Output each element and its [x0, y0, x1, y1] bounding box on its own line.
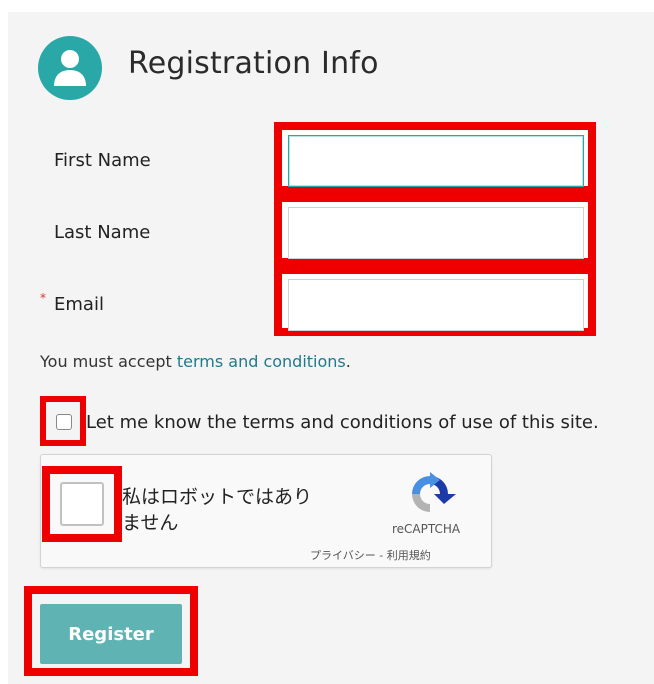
captcha-label-line2: ません [122, 512, 179, 534]
first-name-field[interactable] [288, 135, 584, 187]
recaptcha-privacy-terms[interactable]: プライバシー - 利用規約 [310, 547, 431, 563]
last-name-field[interactable] [288, 207, 584, 259]
user-icon [54, 50, 86, 86]
recaptcha-brand: reCAPTCHA [392, 522, 461, 536]
terms-prefix: You must accept [40, 352, 177, 371]
terms-notice: You must accept terms and conditions. [40, 352, 351, 371]
captcha-checkbox[interactable] [60, 482, 104, 526]
last-name-highlight [274, 194, 596, 266]
registration-panel [8, 12, 654, 684]
email-label: Email [54, 294, 104, 315]
terms-checkbox[interactable] [56, 414, 72, 430]
first-name-label: First Name [54, 150, 151, 171]
captcha-label: 私はロボットではあり ません [122, 484, 342, 536]
terms-link[interactable]: terms and conditions [177, 352, 346, 371]
recaptcha-icon [412, 472, 456, 512]
terms-checkbox-highlight [40, 396, 86, 446]
captcha-checkbox-highlight [42, 466, 122, 542]
page-title: Registration Info [128, 46, 379, 81]
register-button[interactable]: Register [40, 604, 182, 664]
avatar [38, 36, 102, 100]
terms-checkbox-label[interactable]: Let me know the terms and conditions of … [86, 412, 599, 433]
email-field[interactable] [288, 279, 584, 331]
last-name-label: Last Name [54, 222, 151, 243]
terms-suffix: . [345, 352, 351, 371]
first-name-highlight [274, 122, 596, 194]
required-marker: * [40, 291, 46, 305]
register-button-highlight: Register [24, 586, 198, 676]
email-highlight [274, 266, 596, 336]
captcha-label-line1: 私はロボットではあり [122, 486, 313, 508]
